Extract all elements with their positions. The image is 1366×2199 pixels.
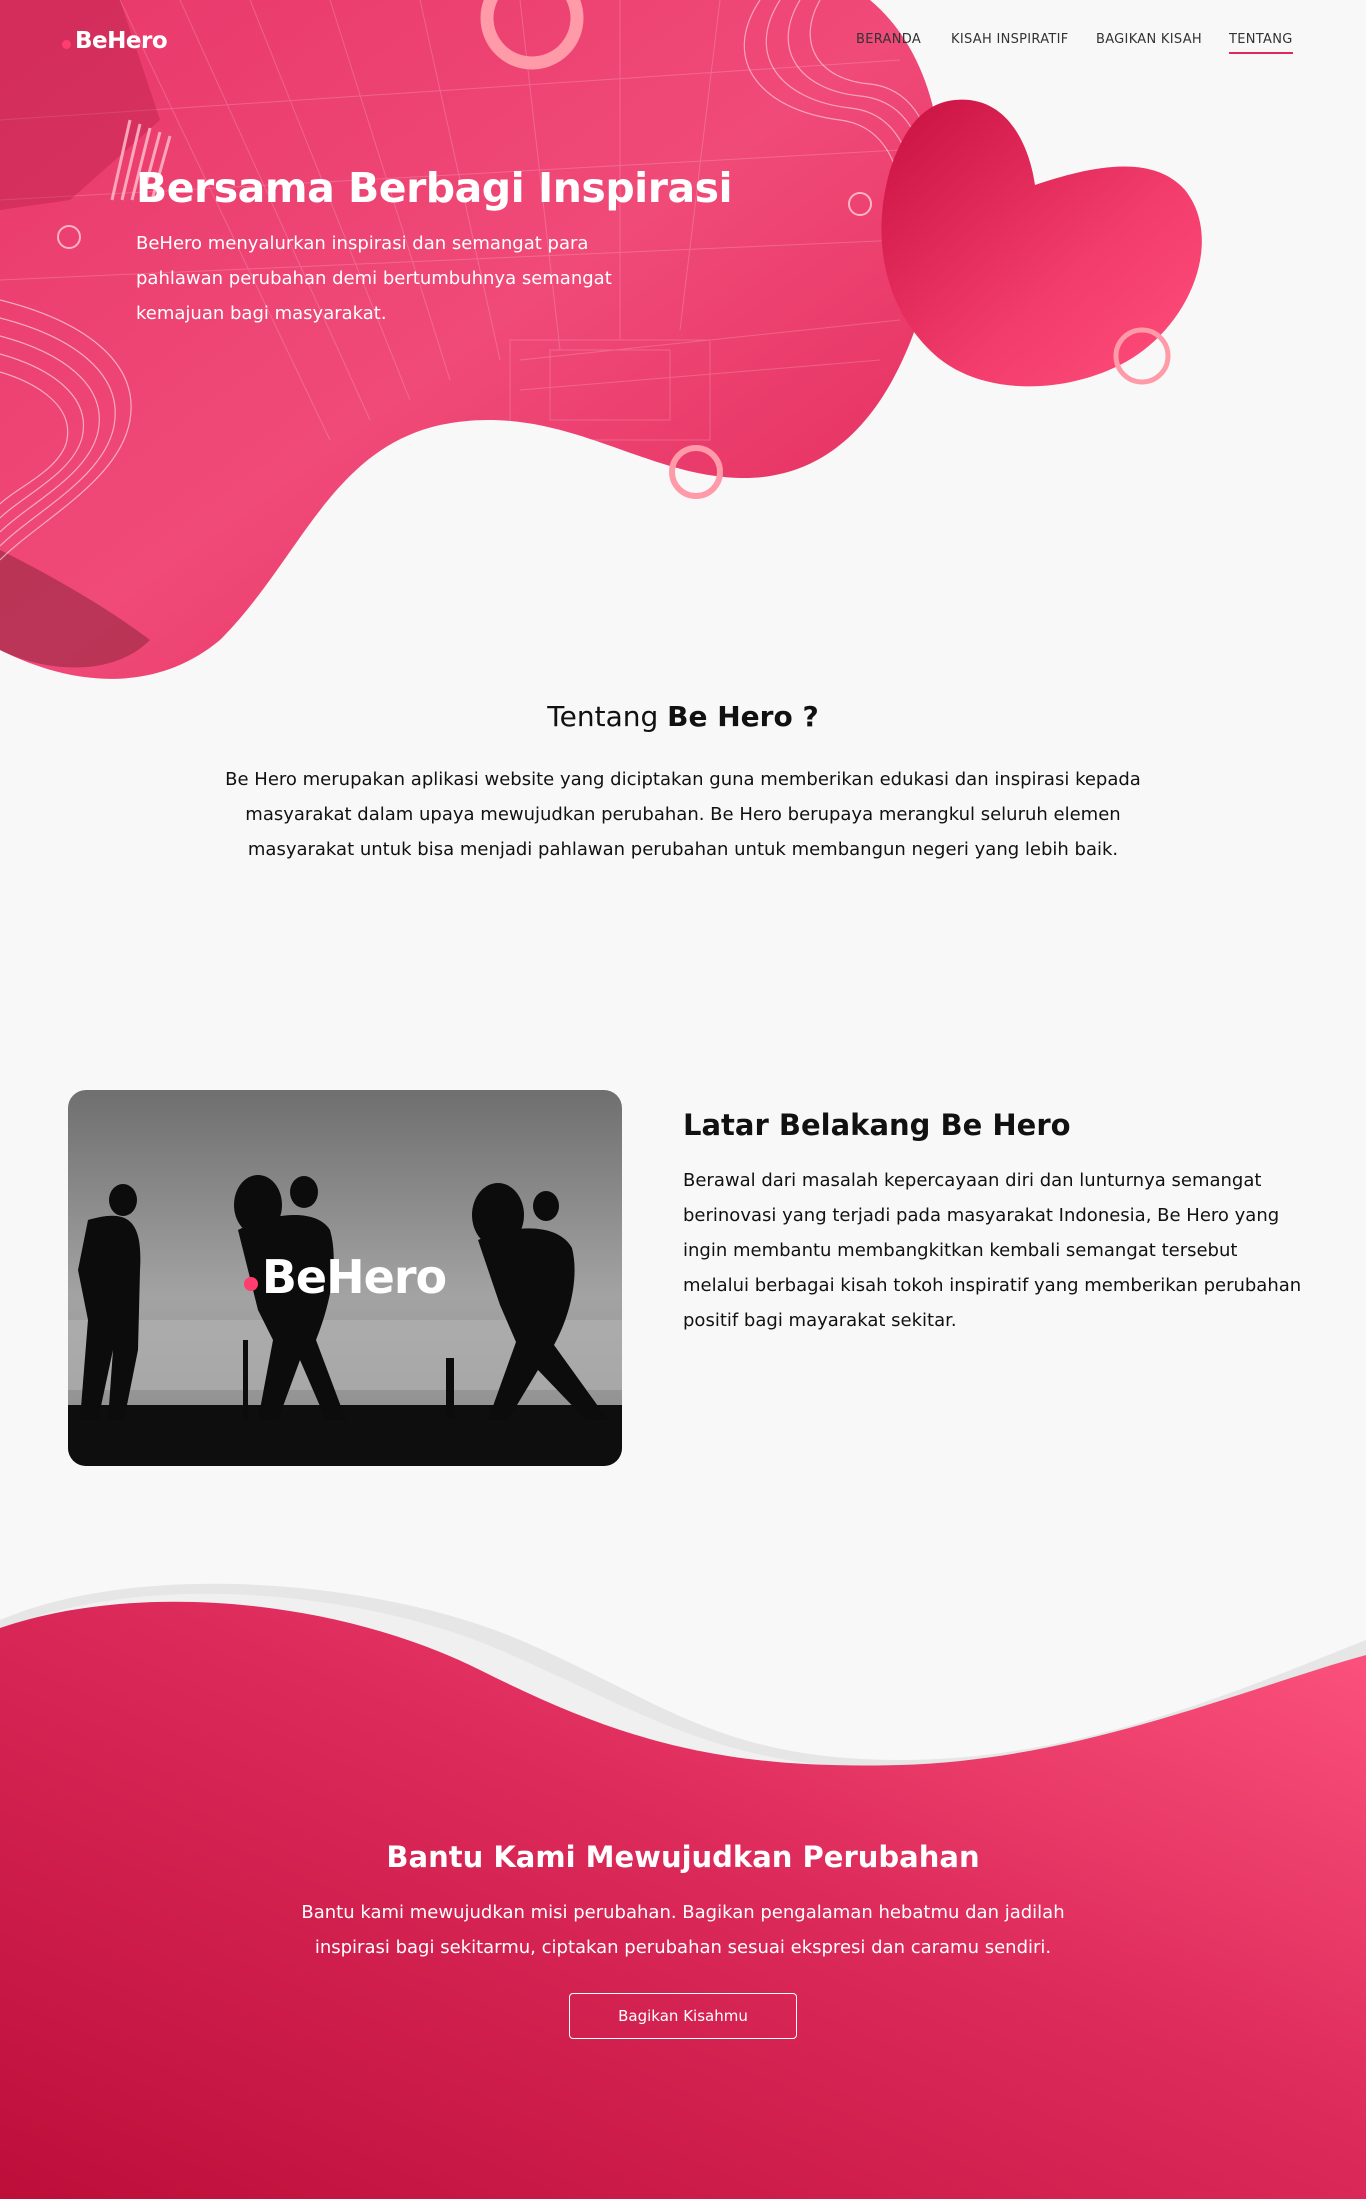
background-title: Latar Belakang Be Hero: [683, 1108, 1071, 1142]
about-title-prefix: Tentang: [547, 700, 668, 733]
nav-item-kisah-inspiratif[interactable]: KISAH INSPIRATIF: [951, 32, 1069, 47]
hero-title: Bersama Berbagi Inspirasi: [136, 164, 733, 212]
nav-item-tentang[interactable]: TENTANG: [1229, 32, 1293, 54]
nav-item-bagikan-kisah[interactable]: BAGIKAN KISAH: [1096, 32, 1202, 47]
about-text: Be Hero merupakan aplikasi website yang …: [225, 769, 1141, 860]
share-story-button[interactable]: Bagikan Kisahmu: [569, 1993, 797, 2039]
hero-description: BeHero menyalurkan inspirasi dan semanga…: [136, 233, 612, 324]
main-nav: BERANDA KISAH INSPIRATIF BAGIKAN KISAH T…: [0, 32, 1366, 72]
background-image: BeHero: [68, 1090, 622, 1466]
image-logo-dot-icon: [243, 1277, 258, 1291]
cta-title: Bantu Kami Mewujudkan Perubahan: [386, 1840, 980, 1874]
hero-background: [0, 0, 1202, 679]
nav-item-beranda[interactable]: BERANDA: [856, 32, 921, 47]
image-logo: BeHero: [68, 1250, 622, 1304]
image-logo-text: BeHero: [261, 1250, 447, 1304]
cta-text: Bantu kami mewujudkan misi perubahan. Ba…: [301, 1902, 1065, 1958]
about-title-bold: Be Hero ?: [667, 700, 819, 733]
cta-background: [0, 1583, 1366, 2199]
background-text: Berawal dari masalah kepercayaan diri da…: [683, 1170, 1302, 1331]
about-title: Tentang Be Hero ?: [0, 700, 1366, 733]
